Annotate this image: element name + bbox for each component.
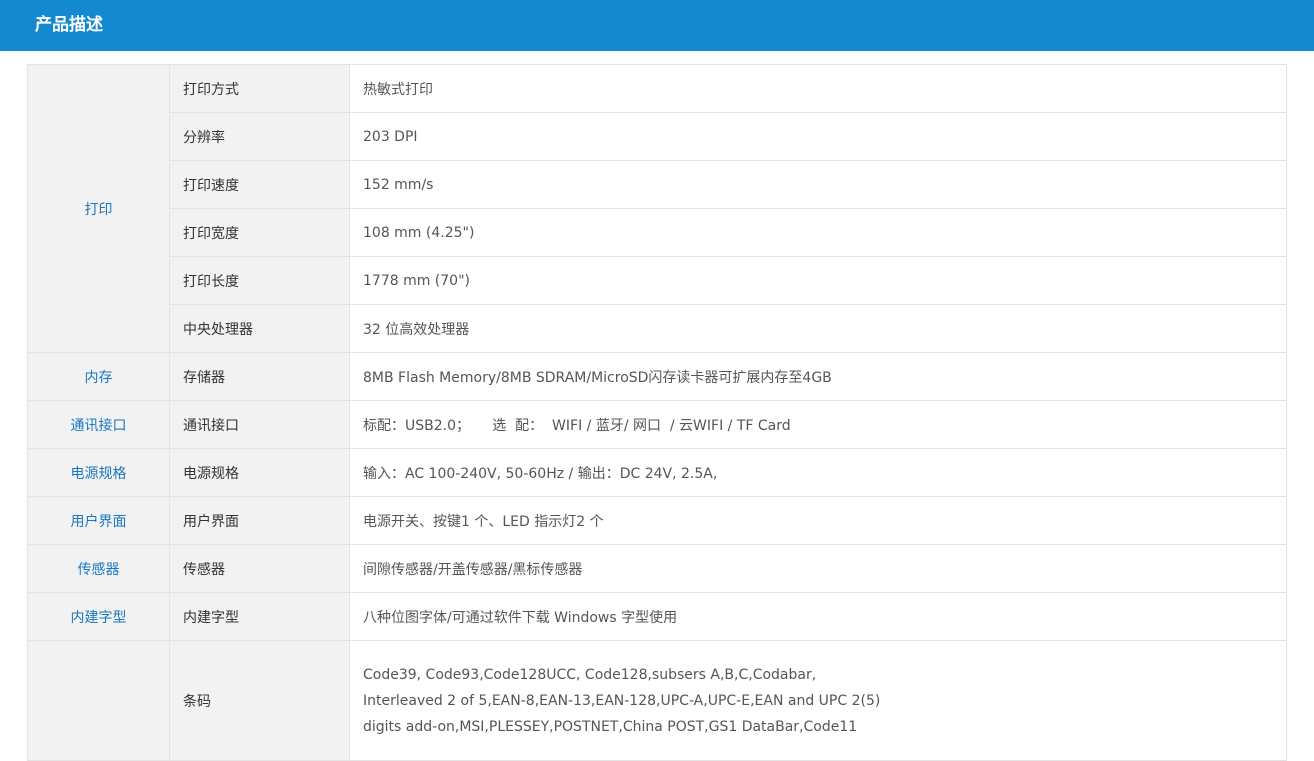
- spec-row-print-length: 打印长度 1778 mm (70"): [28, 256, 1287, 305]
- category-user-interface: 用户界面: [27, 496, 170, 545]
- spec-row-print-speed: 打印速度 152 mm/s: [28, 160, 1287, 209]
- spec-value: 8MB Flash Memory/8MB SDRAM/MicroSD闪存读卡器可…: [349, 352, 1287, 401]
- spec-label: 存储器: [169, 352, 350, 401]
- category-print: 打印: [27, 64, 170, 353]
- category-memory: 内存: [27, 352, 170, 401]
- spec-label: 打印方式: [169, 64, 350, 113]
- spec-row-barcode: 条码 Code39, Code93,Code128UCC, Code128,su…: [27, 640, 1287, 761]
- section-title: 产品描述: [35, 15, 103, 35]
- spec-row-user-interface: 用户界面 用户界面 电源开关、按键1 个、LED 指示灯2 个: [27, 496, 1287, 545]
- spec-value: 152 mm/s: [349, 160, 1287, 209]
- spec-value: 间隙传感器/开盖传感器/黑标传感器: [349, 544, 1287, 593]
- spec-label: 通讯接口: [169, 400, 350, 449]
- barcode-line: digits add-on,MSI,PLESSEY,POSTNET,China …: [363, 718, 858, 735]
- spec-row-cpu: 中央处理器 32 位高效处理器: [28, 304, 1287, 353]
- spec-label: 打印长度: [169, 256, 350, 305]
- category-power: 电源规格: [27, 448, 170, 497]
- spec-label: 电源规格: [169, 448, 350, 497]
- category-sensor: 传感器: [27, 544, 170, 593]
- spec-label: 条码: [169, 640, 350, 761]
- spec-value: 热敏式打印: [349, 64, 1287, 113]
- spec-value: 203 DPI: [349, 112, 1287, 161]
- spec-label: 内建字型: [169, 592, 350, 641]
- spec-row-interface: 通讯接口 通讯接口 标配：USB2.0； 选 配： WIFI / 蓝牙/ 网口 …: [27, 400, 1287, 449]
- spec-row-sensor: 传感器 传感器 间隙传感器/开盖传感器/黑标传感器: [27, 544, 1287, 593]
- spec-label: 打印速度: [169, 160, 350, 209]
- spec-label: 中央处理器: [169, 304, 350, 353]
- section-header: 产品描述: [0, 0, 1314, 51]
- spec-row-resolution: 分辨率 203 DPI: [28, 112, 1287, 161]
- spec-row-power: 电源规格 电源规格 输入：AC 100-240V, 50-60Hz / 输出：D…: [27, 448, 1287, 497]
- spec-row-memory: 内存 存储器 8MB Flash Memory/8MB SDRAM/MicroS…: [27, 352, 1287, 401]
- spec-value: 108 mm (4.25"): [349, 208, 1287, 257]
- spec-value: 八种位图字体/可通过软件下载 Windows 字型使用: [349, 592, 1287, 641]
- spec-value-barcode: Code39, Code93,Code128UCC, Code128,subse…: [349, 640, 1287, 761]
- barcode-line: Code39, Code93,Code128UCC, Code128,subse…: [363, 666, 817, 683]
- spec-table: 打印 打印方式 热敏式打印 分辨率 203 DPI 打印速度 152 mm/s …: [27, 64, 1287, 761]
- spec-label: 传感器: [169, 544, 350, 593]
- spec-value: 电源开关、按键1 个、LED 指示灯2 个: [349, 496, 1287, 545]
- category-interface: 通讯接口: [27, 400, 170, 449]
- spec-row-fonts: 内建字型 内建字型 八种位图字体/可通过软件下载 Windows 字型使用: [27, 592, 1287, 641]
- barcode-line: Interleaved 2 of 5,EAN-8,EAN-13,EAN-128,…: [363, 692, 881, 709]
- spec-value: 1778 mm (70"): [349, 256, 1287, 305]
- spec-label: 打印宽度: [169, 208, 350, 257]
- spec-label: 分辨率: [169, 112, 350, 161]
- spec-label: 用户界面: [169, 496, 350, 545]
- spec-value: 标配：USB2.0； 选 配： WIFI / 蓝牙/ 网口 / 云WIFI / …: [349, 400, 1287, 449]
- spec-value: 输入：AC 100-240V, 50-60Hz / 输出：DC 24V, 2.5…: [349, 448, 1287, 497]
- spec-row-print-width: 打印宽度 108 mm (4.25"): [28, 208, 1287, 257]
- spec-value: 32 位高效处理器: [349, 304, 1287, 353]
- spec-row-print-method: 打印 打印方式 热敏式打印: [27, 64, 1287, 353]
- category-fonts: 内建字型: [27, 592, 170, 641]
- category-barcode: [27, 640, 170, 761]
